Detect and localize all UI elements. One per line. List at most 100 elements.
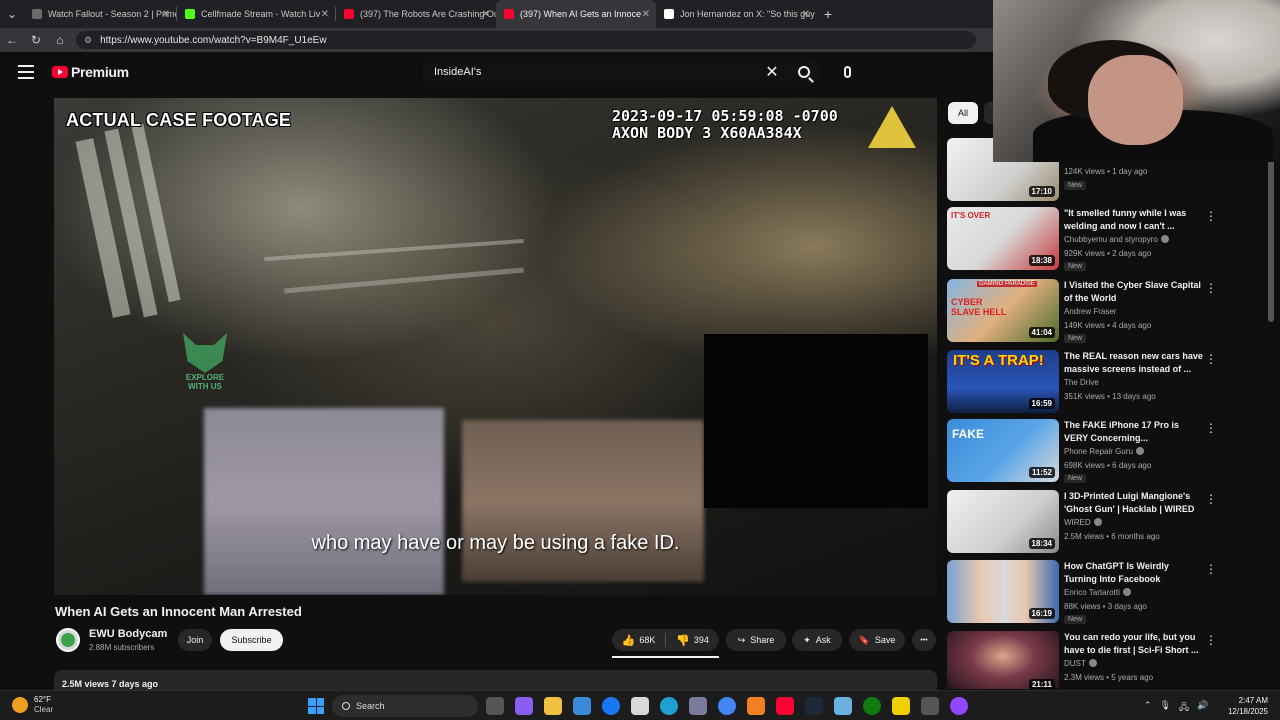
video-thumbnail[interactable]: IT'S OVER 18:38	[947, 207, 1059, 270]
save-button[interactable]: 🔖 Save	[849, 629, 905, 651]
rec-channel[interactable]: The Drive	[1064, 378, 1099, 387]
reload-icon[interactable]: ↻	[24, 33, 48, 47]
video-player[interactable]: ACTUAL CASE FOOTAGE 2023-09-17 05:59:08 …	[54, 98, 937, 595]
sticky-notes-icon[interactable]	[892, 697, 910, 715]
tab-list-icon[interactable]: ⌄	[0, 7, 24, 21]
close-icon[interactable]: ✕	[162, 9, 170, 20]
video-thumbnail[interactable]: 16:19	[947, 560, 1059, 623]
rec-title[interactable]: I 3D-Printed Luigi Mangione's 'Ghost Gun…	[1064, 490, 1204, 516]
browser-tab-1[interactable]: Cellfmade Stream - Watch Liv ✕	[177, 0, 335, 28]
more-options-icon[interactable]: ⋮	[1205, 422, 1217, 434]
rec-channel[interactable]: DUST	[1064, 659, 1097, 668]
close-icon[interactable]: ✕	[321, 9, 329, 20]
search-button[interactable]	[786, 58, 822, 86]
file-explorer-icon[interactable]	[544, 697, 562, 715]
rec-title[interactable]: "It smelled funny while I was welding an…	[1064, 207, 1204, 233]
chrome-icon[interactable]	[718, 697, 736, 715]
obs-icon[interactable]	[950, 697, 968, 715]
home-icon[interactable]: ⌂	[48, 33, 72, 47]
settings-icon[interactable]	[921, 697, 939, 715]
ask-button[interactable]: ✦ Ask	[792, 629, 842, 651]
back-icon[interactable]: ←	[0, 33, 24, 47]
new-badge: New	[1064, 262, 1087, 271]
system-clock[interactable]: 2:47 AM 12/18/2025	[1228, 695, 1268, 717]
network-icon[interactable]: 🖧	[1179, 700, 1189, 716]
browser-tab-2[interactable]: (397) The Robots Are Crashing Ou ✕	[336, 0, 496, 28]
weather-widget[interactable]: 62°F Clear	[12, 695, 53, 715]
facebook-icon[interactable]	[602, 697, 620, 715]
video-thumbnail[interactable]: 21:11	[947, 631, 1059, 689]
rec-channel[interactable]: WIRED	[1064, 518, 1102, 527]
rec-title[interactable]: The REAL reason new cars have massive sc…	[1064, 350, 1204, 376]
clear-search-icon[interactable]: ✕	[758, 62, 786, 82]
more-options-icon[interactable]: ⋮	[1205, 210, 1217, 222]
new-tab-button[interactable]: +	[816, 6, 840, 22]
recommendation-item[interactable]: GAMING PARADISE CYBER SLAVE HELL 41:04 I…	[947, 279, 1267, 343]
recommendation-item[interactable]: FAKE 11:52 The FAKE iPhone 17 Pro is VER…	[947, 419, 1267, 483]
app-icon[interactable]	[834, 697, 852, 715]
amazon-icon[interactable]	[631, 697, 649, 715]
join-button[interactable]: Join	[178, 629, 212, 651]
url-field[interactable]: ⚙ https://www.youtube.com/watch?v=B9M4F_…	[76, 31, 976, 49]
close-icon[interactable]: ✕	[642, 9, 650, 20]
xbox-icon[interactable]	[863, 697, 881, 715]
rec-title[interactable]: You can redo your life, but you have to …	[1064, 631, 1204, 657]
share-button[interactable]: ↪ Share	[726, 629, 786, 651]
vlc-icon[interactable]	[747, 697, 765, 715]
recommendation-item[interactable]: 16:19 How ChatGPT Is Weirdly Turning Int…	[947, 560, 1267, 624]
recommendation-item[interactable]: IT'S A TRAP! 16:59 The REAL reason new c…	[947, 350, 1267, 414]
channel-watermark: EXPLORE WITH US	[178, 333, 232, 397]
edge-icon[interactable]	[660, 697, 678, 715]
rec-title[interactable]: I Visited the Cyber Slave Capital of the…	[1064, 279, 1204, 305]
youtube-premium-logo[interactable]: Premium	[52, 64, 129, 80]
recommendation-item[interactable]: 21:11 You can redo your life, but you ha…	[947, 631, 1267, 689]
browser-tab-0[interactable]: Watch Fallout - Season 2 | Prime V ✕	[24, 0, 176, 28]
search-input[interactable]: InsideAI's	[422, 66, 758, 78]
start-button[interactable]	[308, 698, 324, 714]
thumbnail-text: IT'S A TRAP!	[953, 352, 1044, 369]
video-thumbnail[interactable]: FAKE 11:52	[947, 419, 1059, 482]
dislike-button[interactable]: 👎 394	[666, 634, 719, 647]
close-icon[interactable]: ✕	[802, 9, 810, 20]
video-thumbnail[interactable]: 18:34	[947, 490, 1059, 553]
task-view-icon[interactable]	[486, 697, 504, 715]
recommendation-item[interactable]: 18:34 I 3D-Printed Luigi Mangione's 'Gho…	[947, 490, 1267, 554]
steam-icon[interactable]	[805, 697, 823, 715]
more-options-icon[interactable]: ⋮	[1205, 353, 1217, 365]
more-options-icon[interactable]: ⋮	[1205, 493, 1217, 505]
site-info-icon[interactable]: ⚙	[84, 35, 92, 46]
rec-channel[interactable]: Enrico Tartarotti	[1064, 588, 1131, 597]
chevron-up-icon[interactable]: ⌃	[1144, 700, 1152, 716]
rec-title[interactable]: The FAKE iPhone 17 Pro is VERY Concernin…	[1064, 419, 1204, 445]
calculator-icon[interactable]	[689, 697, 707, 715]
video-thumbnail[interactable]: GAMING PARADISE CYBER SLAVE HELL 41:04	[947, 279, 1059, 342]
taskbar-search[interactable]: Search	[332, 695, 478, 717]
rec-channel[interactable]: Andrew Fraser	[1064, 307, 1116, 316]
more-options-icon[interactable]: ⋮	[1205, 634, 1217, 646]
more-options-icon[interactable]: ⋮	[1205, 282, 1217, 294]
rec-channel[interactable]: Phone Repair Guru	[1064, 447, 1144, 456]
rec-channel[interactable]: Chubbyemu and styropyro	[1064, 235, 1169, 244]
hamburger-menu-icon[interactable]	[18, 65, 34, 79]
browser-tab-4[interactable]: Jon Hernandez on X: "So this guy ✕	[656, 0, 816, 28]
copilot-icon[interactable]	[515, 697, 533, 715]
volume-icon[interactable]: 🔊	[1197, 700, 1208, 716]
more-actions-button[interactable]: •••	[912, 629, 936, 651]
mic-icon[interactable]: 🎙	[1160, 700, 1171, 716]
browser-tab-3[interactable]: (397) When AI Gets an Innoce ✕	[496, 0, 656, 28]
channel-name[interactable]: EWU Bodycam	[89, 628, 167, 640]
channel-avatar[interactable]	[56, 628, 80, 652]
store-icon[interactable]	[573, 697, 591, 715]
rec-title[interactable]: How ChatGPT Is Weirdly Turning Into Face…	[1064, 560, 1204, 586]
like-button[interactable]: 👍 68K	[612, 634, 665, 647]
share-icon: ↪	[737, 634, 746, 645]
close-icon[interactable]: ✕	[482, 9, 490, 20]
subscribe-button[interactable]: Subscribe	[220, 629, 283, 651]
more-options-icon[interactable]: ⋮	[1205, 563, 1217, 575]
recommendation-item[interactable]: IT'S OVER 18:38 "It smelled funny while …	[947, 207, 1267, 271]
youtube-icon[interactable]	[776, 697, 794, 715]
description-box[interactable]: 2.5M views 7 days ago	[54, 670, 937, 690]
video-thumbnail[interactable]: IT'S A TRAP! 16:59	[947, 350, 1059, 413]
voice-search-button[interactable]	[834, 59, 860, 85]
chip-all[interactable]: All	[948, 102, 979, 124]
